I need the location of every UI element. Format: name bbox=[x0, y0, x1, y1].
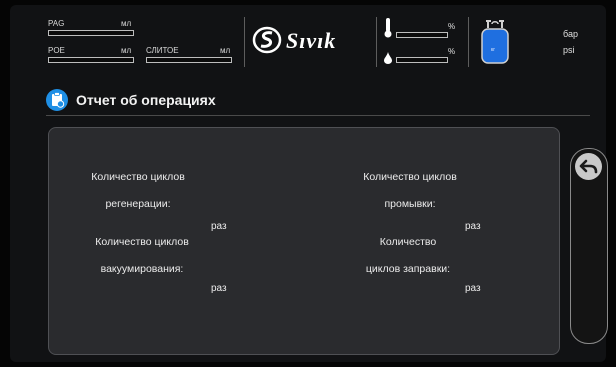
thermometer-icon bbox=[384, 18, 392, 38]
flush-count-label: Количество циклов промывки: bbox=[345, 164, 475, 218]
vacuum-count-unit: раз bbox=[211, 283, 227, 294]
regen-label-line2: регенерации: bbox=[105, 198, 171, 210]
moisture-level-bar bbox=[396, 57, 448, 63]
poe-level-bar bbox=[48, 57, 134, 63]
tank-unit: кг bbox=[491, 47, 496, 53]
pag-unit: мл bbox=[121, 19, 132, 28]
temperature-percent: % bbox=[448, 22, 456, 31]
brand-logo: Sıvık bbox=[250, 25, 372, 55]
poe-unit: мл bbox=[121, 46, 132, 55]
fill-count-label: Количество циклов заправки: bbox=[343, 229, 473, 283]
fill-label-line1: Количество bbox=[379, 236, 437, 248]
vacuum-label-line1: Количество циклов bbox=[95, 236, 189, 248]
report-panel: Количество циклов регенерации: раз Колич… bbox=[48, 127, 560, 355]
pag-level-bar bbox=[48, 30, 134, 36]
title-divider bbox=[46, 115, 590, 116]
back-button[interactable] bbox=[575, 153, 602, 180]
separator bbox=[376, 17, 377, 67]
clipboard-report-icon bbox=[46, 89, 68, 111]
brand-name: Sıvık bbox=[286, 28, 337, 53]
pressure-unit-bar: бар bbox=[563, 29, 578, 39]
regen-count-label: Количество циклов регенерации: bbox=[73, 164, 203, 218]
back-arrow-icon bbox=[579, 159, 598, 174]
drain-level-bar bbox=[146, 57, 232, 63]
flush-label-line1: Количество циклов bbox=[363, 171, 457, 183]
drain-label: СЛИТОЕ bbox=[146, 46, 179, 55]
fill-label-line2: циклов заправки: bbox=[365, 263, 451, 275]
separator bbox=[244, 17, 245, 67]
brand-logo-icon bbox=[252, 26, 282, 54]
regen-label-line1: Количество циклов bbox=[91, 171, 185, 183]
page-title: Отчет об операциях bbox=[76, 92, 216, 108]
regen-count-unit: раз bbox=[211, 221, 227, 232]
vacuum-count-label: Количество циклов вакуумирования: bbox=[77, 229, 207, 283]
separator bbox=[468, 17, 469, 67]
drain-unit: мл bbox=[220, 46, 231, 55]
temperature-level-bar bbox=[396, 32, 448, 38]
moisture-percent: % bbox=[448, 47, 456, 56]
pag-label: PAG bbox=[48, 19, 65, 28]
poe-label: POE bbox=[48, 46, 65, 55]
flush-label-line2: промывки: bbox=[384, 198, 436, 210]
status-bar: PAG мл POE мл СЛИТОЕ мл Sıvık % % кг бар… bbox=[10, 5, 606, 75]
fill-count-unit: раз bbox=[465, 283, 481, 294]
screen: PAG мл POE мл СЛИТОЕ мл Sıvık % % кг бар… bbox=[10, 5, 608, 362]
pressure-unit-psi: psi bbox=[563, 45, 575, 55]
refrigerant-tank-icon bbox=[481, 20, 509, 64]
drop-icon bbox=[384, 52, 392, 64]
vacuum-label-line2: вакуумирования: bbox=[100, 263, 184, 275]
